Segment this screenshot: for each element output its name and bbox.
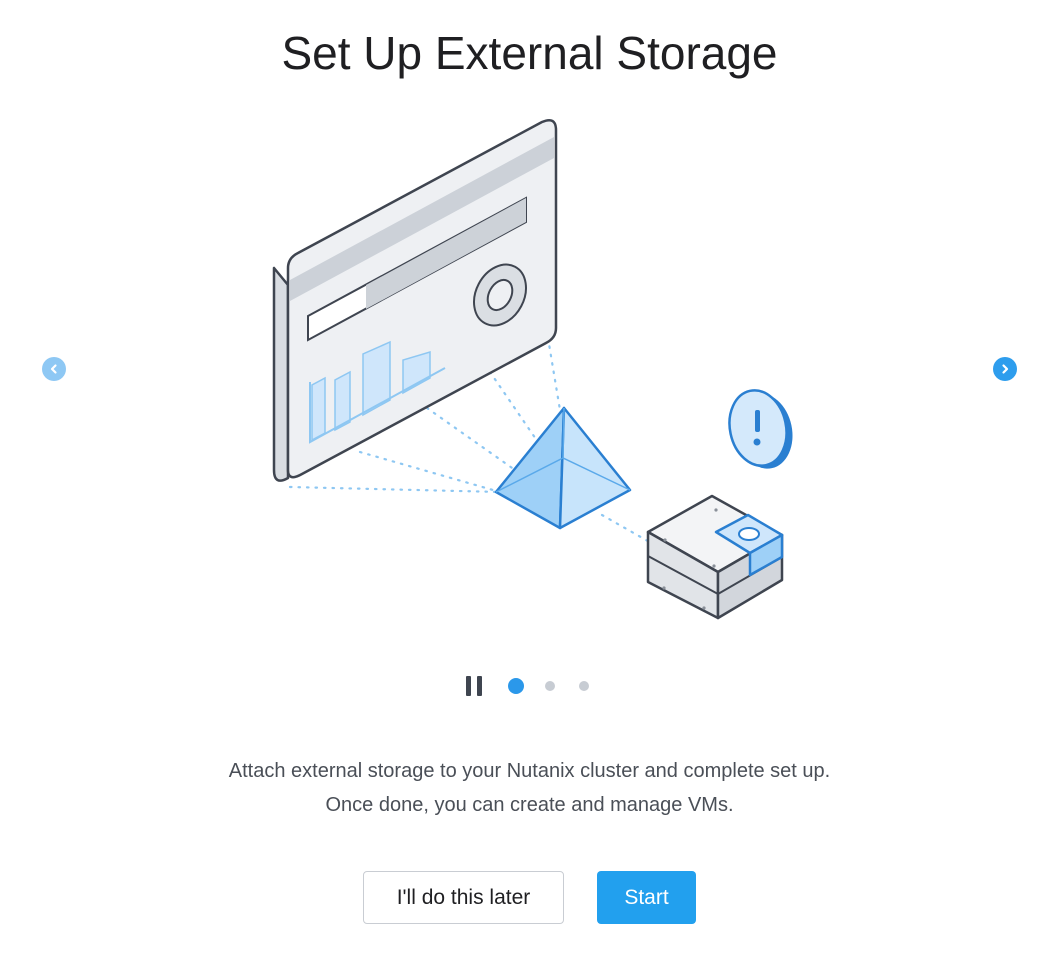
do-later-button[interactable]: I'll do this later [363,871,564,924]
slide-dot-1[interactable] [508,678,524,694]
description-line-2: Once done, you can create and manage VMs… [325,794,734,816]
carousel-controls [460,674,600,698]
previous-slide-button[interactable] [42,357,66,381]
chevron-left-icon [50,364,57,374]
storage-box-icon [646,494,784,620]
storage-illustration [272,119,793,620]
description-line-1: Attach external storage to your Nutanix … [228,760,831,782]
monitor-icon [272,119,558,482]
pyramid-icon [494,406,632,530]
start-button[interactable]: Start [597,871,696,924]
page-title: Set Up External Storage [281,27,778,79]
pause-button[interactable] [464,676,486,696]
slide-dot-2[interactable] [545,681,555,691]
alert-icon [728,389,793,469]
pause-icon [466,676,471,696]
slide-dot-3[interactable] [579,681,589,691]
next-slide-button[interactable] [993,357,1017,381]
chevron-right-icon [1002,364,1009,374]
